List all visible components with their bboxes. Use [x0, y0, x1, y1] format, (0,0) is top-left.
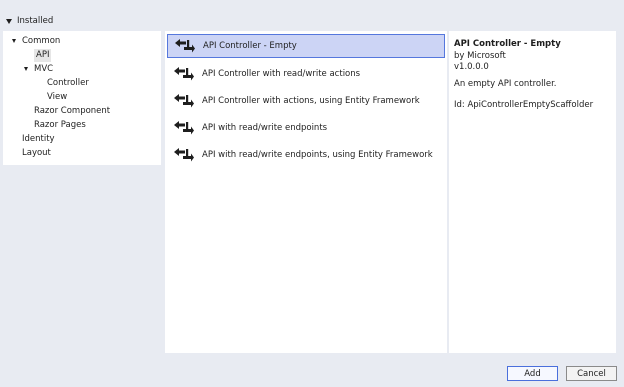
- tree-node-view[interactable]: View: [47, 91, 67, 104]
- collapse-arrow-icon: [6, 18, 12, 24]
- tree-node-identity[interactable]: Identity: [22, 133, 55, 146]
- details-description: An empty API controller.: [454, 79, 557, 89]
- api-controller-icon: [175, 39, 195, 53]
- details-id: Id: ApiControllerEmptyScaffolder: [454, 100, 594, 110]
- template-label: API Controller with read/write actions: [202, 69, 361, 79]
- details-title: API Controller - Empty: [454, 39, 561, 49]
- template-label: API with read/write endpoints: [202, 123, 328, 133]
- template-label: API with read/write endpoints, using Ent…: [202, 150, 433, 160]
- api-controller-icon: [174, 94, 194, 108]
- add-button[interactable]: Add: [507, 366, 558, 381]
- template-item-api-read-write-endpoints[interactable]: API with read/write endpoints: [167, 116, 445, 140]
- expand-arrow-icon[interactable]: [12, 39, 16, 43]
- category-tree: Common API MVC Controller View Razor Com…: [3, 31, 161, 165]
- tree-node-razor-pages[interactable]: Razor Pages: [34, 119, 86, 132]
- installed-label: Installed: [17, 16, 54, 26]
- tree-node-common[interactable]: Common: [22, 35, 60, 48]
- tree-node-razor-component[interactable]: Razor Component: [34, 105, 110, 118]
- tree-node-api[interactable]: API: [34, 49, 52, 62]
- details-pane: API Controller - Empty by Microsoft v1.0…: [449, 31, 616, 353]
- template-item-api-controller-empty[interactable]: API Controller - Empty: [167, 34, 445, 58]
- cancel-button[interactable]: Cancel: [566, 366, 617, 381]
- template-item-api-endpoints-entity-framework[interactable]: API with read/write endpoints, using Ent…: [167, 143, 445, 167]
- template-list: API Controller - Empty API Controller wi…: [165, 31, 447, 353]
- tree-node-layout[interactable]: Layout: [22, 147, 51, 160]
- tree-node-mvc[interactable]: MVC: [34, 63, 53, 76]
- template-item-api-controller-read-write[interactable]: API Controller with read/write actions: [167, 62, 445, 86]
- api-controller-icon: [174, 67, 194, 81]
- template-label: API Controller with actions, using Entit…: [202, 96, 420, 106]
- installed-header[interactable]: Installed: [0, 12, 624, 30]
- details-author: by Microsoft: [454, 51, 506, 61]
- expand-arrow-icon[interactable]: [24, 67, 28, 71]
- template-label: API Controller - Empty: [203, 41, 297, 51]
- details-version: v1.0.0.0: [454, 62, 489, 72]
- api-controller-icon: [174, 121, 194, 135]
- tree-node-controller[interactable]: Controller: [47, 77, 89, 90]
- api-controller-icon: [174, 148, 194, 162]
- template-item-api-controller-entity-framework[interactable]: API Controller with actions, using Entit…: [167, 89, 445, 113]
